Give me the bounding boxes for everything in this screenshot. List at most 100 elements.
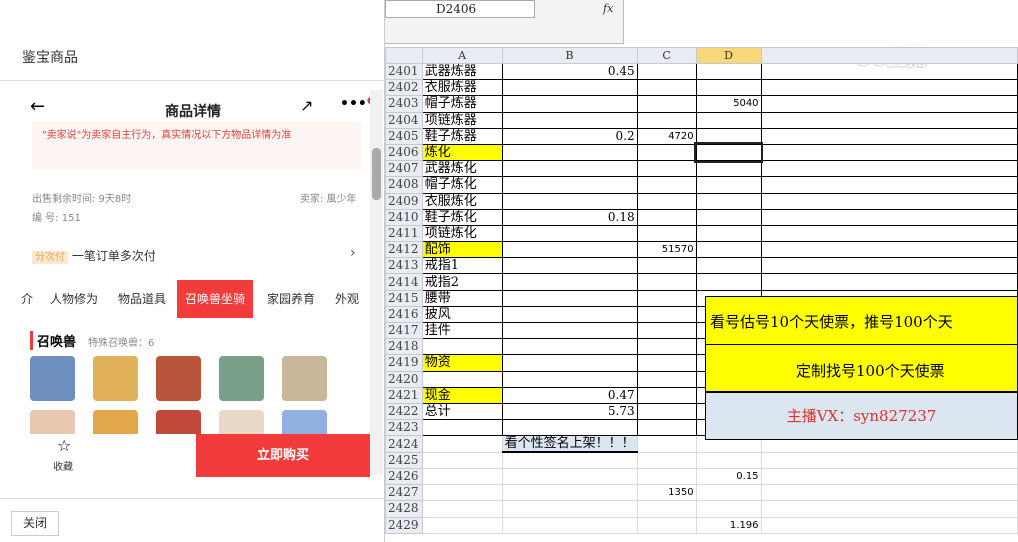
cell-a[interactable]: 项链炼化 [421,224,503,243]
row-header[interactable]: 2412 [385,241,423,259]
scrollbar-thumb[interactable] [372,148,381,200]
cell-b[interactable] [501,192,638,210]
row-header[interactable]: 2428 [385,500,423,518]
cell-a[interactable]: 衣服炼器 [421,79,503,97]
cell-a[interactable]: 腰带 [421,289,503,307]
tab-intro[interactable]: 介 [21,280,33,318]
summon-avatar[interactable] [30,356,75,401]
row-header[interactable]: 2418 [385,338,423,356]
cell-b[interactable] [501,111,638,129]
cell-e[interactable] [760,160,1018,178]
cell-c[interactable]: 1350 [636,484,697,502]
cell-c[interactable] [636,435,697,453]
row-header[interactable]: 2413 [385,257,423,275]
tab-character[interactable]: 人物修为 [50,280,98,318]
cell-a[interactable] [421,435,503,453]
cell-b[interactable] [501,467,638,486]
row-header[interactable]: 2415 [385,289,423,307]
cell-d[interactable]: 0.15 [695,467,762,486]
cell-d[interactable] [695,176,762,194]
cell-d[interactable] [694,142,764,163]
cell-c[interactable] [636,451,697,470]
cell-b[interactable] [501,289,638,307]
cell-b[interactable] [501,321,638,340]
cell-b[interactable] [501,451,638,470]
cell-b[interactable] [501,224,638,243]
cell-e[interactable] [760,257,1018,275]
cell-a[interactable]: 武器炼器 [421,62,503,81]
cell-c[interactable] [636,386,697,404]
summon-avatar[interactable] [282,356,327,401]
cell-d[interactable] [695,273,762,291]
cell-b[interactable] [501,354,638,372]
cell-e[interactable] [760,95,1018,113]
cell-b[interactable] [501,370,638,388]
tab-home[interactable]: 家园养育 [267,280,315,318]
cell-d[interactable] [695,451,762,470]
cell-a[interactable]: 武器炼化 [421,160,503,178]
cell-a[interactable] [421,370,503,388]
cell-d[interactable] [695,484,762,502]
cell-e[interactable] [760,176,1018,194]
cell-b[interactable] [501,176,638,194]
row-header[interactable]: 2408 [385,176,423,194]
cell-c[interactable] [636,289,697,307]
row-header[interactable]: 2402 [385,79,423,97]
row-header[interactable]: 2427 [385,484,423,502]
cell-e[interactable] [760,192,1018,210]
buy-now-button[interactable]: 立即购买 [196,434,370,477]
cell-c[interactable] [636,111,697,129]
cell-d[interactable] [695,111,762,129]
cell-c[interactable] [636,500,697,518]
row-header[interactable]: 2417 [385,321,423,340]
cell-b[interactable]: 看个性签名上架！！！ [501,435,638,454]
cell-b[interactable] [501,500,638,518]
cell-d[interactable] [695,208,762,226]
cell-d[interactable] [695,257,762,275]
cell-b[interactable]: 5.73 [501,402,638,421]
cell-a[interactable] [421,484,503,502]
cell-c[interactable] [636,160,697,178]
tab-summons[interactable]: 召唤兽坐骑 [177,280,254,318]
favorite-label[interactable]: 收藏 [53,458,73,473]
cell-e[interactable] [760,273,1018,291]
cell-c[interactable] [636,208,697,226]
cell-c[interactable] [636,143,697,162]
star-icon[interactable]: ☆ [57,436,71,455]
cell-d[interactable] [695,127,762,145]
cell-e[interactable] [760,79,1018,97]
column-header-d[interactable]: D [695,47,762,64]
cell-b[interactable] [501,338,638,356]
cell-b[interactable] [501,143,638,162]
cell-b[interactable] [501,241,638,259]
cell-c[interactable] [636,305,697,324]
cell-d[interactable] [695,62,762,81]
row-header[interactable]: 2421 [385,386,423,404]
row-header[interactable]: 2419 [385,354,423,372]
cell-d[interactable] [695,224,762,243]
cell-c[interactable]: 51570 [636,241,697,259]
cell-b[interactable] [501,273,638,291]
summon-avatar[interactable] [93,356,138,401]
back-icon[interactable]: ← [30,96,45,117]
cell-c[interactable] [636,516,697,534]
row-header[interactable]: 2429 [385,516,423,534]
cell-e[interactable] [760,143,1018,162]
row-header[interactable]: 2405 [385,127,423,145]
cell-a[interactable]: 现金 [421,386,503,404]
column-header-e[interactable] [760,47,1018,64]
row-header[interactable]: 2414 [385,273,423,291]
cell-e[interactable] [760,111,1018,129]
cell-d[interactable]: 5040 [695,95,762,113]
row-header[interactable]: 2424 [385,435,423,453]
cell-b[interactable]: 0.47 [501,386,638,404]
cell-b[interactable] [501,516,638,534]
cell-e[interactable] [760,208,1018,226]
row-header[interactable]: 2401 [385,62,423,81]
cell-a[interactable]: 配饰 [421,241,503,259]
row-header[interactable]: 2425 [385,451,423,470]
cell-b[interactable]: 0.18 [501,208,638,226]
column-header-a[interactable]: A [421,47,503,64]
cell-b[interactable] [501,484,638,502]
cell-c[interactable] [636,419,697,437]
